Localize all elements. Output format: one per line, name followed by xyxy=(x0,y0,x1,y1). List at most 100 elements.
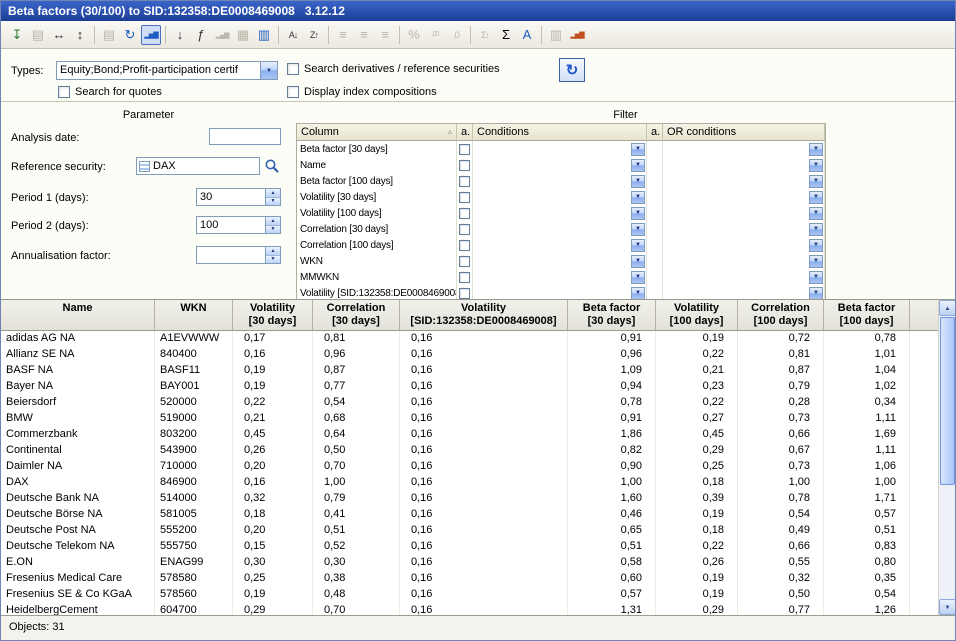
or-condition-dropdown-icon[interactable]: ▼ xyxy=(809,239,823,252)
filter-row[interactable]: Correlation [30 days]▼▼ xyxy=(297,221,825,237)
scrollbar-thumb[interactable] xyxy=(940,317,955,485)
chart-mode-icon[interactable]: ▂▅▇ xyxy=(141,25,161,45)
filter-row[interactable]: Volatility [30 days]▼▼ xyxy=(297,189,825,205)
filter-active-checkbox[interactable] xyxy=(459,208,470,219)
filter-row[interactable]: Beta factor [100 days]▼▼ xyxy=(297,173,825,189)
filter-active-checkbox[interactable] xyxy=(459,288,470,299)
filter-active-checkbox[interactable] xyxy=(459,224,470,235)
checkbox-search-derivatives[interactable]: Search derivatives / reference securitie… xyxy=(287,63,500,75)
column-header[interactable]: Volatility[100 days] xyxy=(656,300,738,330)
column-header[interactable]: Beta factor[30 days] xyxy=(568,300,656,330)
table-row[interactable]: Deutsche Telekom NA5557500,150,520,160,5… xyxy=(1,539,938,555)
filter-active-checkbox[interactable] xyxy=(459,144,470,155)
spin-up-icon[interactable]: ▲ xyxy=(266,189,280,198)
checkbox-icon[interactable] xyxy=(287,86,299,98)
spin-down-icon[interactable]: ▼ xyxy=(266,226,280,234)
scroll-down-icon[interactable]: ▼ xyxy=(939,599,955,615)
filter-row[interactable]: Beta factor [30 days]▼▼ xyxy=(297,141,825,157)
columns-icon[interactable]: ▥ xyxy=(254,25,274,45)
filter-row[interactable]: WKN▼▼ xyxy=(297,253,825,269)
filter-or-condition-cell[interactable]: ▼ xyxy=(663,205,825,221)
table-row[interactable]: BASF NABASF110,190,870,161,090,210,871,0… xyxy=(1,363,938,379)
spin-up-icon[interactable]: ▲ xyxy=(266,247,280,256)
checkbox-icon[interactable] xyxy=(58,86,70,98)
column-header[interactable]: Volatility[SID:132358:DE0008469008] xyxy=(400,300,568,330)
filter-row[interactable]: MMWKN▼▼ xyxy=(297,269,825,285)
table-row[interactable]: Allianz SE NA8404000,160,960,160,960,220… xyxy=(1,347,938,363)
condition-dropdown-icon[interactable]: ▼ xyxy=(631,191,645,204)
condition-dropdown-icon[interactable]: ▼ xyxy=(631,207,645,220)
filter-header-or-conditions[interactable]: OR conditions xyxy=(663,124,825,141)
filter-header-active-or[interactable]: a. xyxy=(647,124,663,141)
scroll-up-icon[interactable]: ▲ xyxy=(939,300,955,316)
table-row[interactable]: BMW5190000,210,680,160,910,270,731,11 xyxy=(1,411,938,427)
table-row[interactable]: Fresenius Medical Care5785800,250,380,16… xyxy=(1,571,938,587)
table-row[interactable]: adidas AG NAA1EVWWW0,170,810,160,910,190… xyxy=(1,331,938,347)
checkbox-icon[interactable] xyxy=(287,63,299,75)
filter-or-condition-cell[interactable]: ▼ xyxy=(663,269,825,285)
refresh-search-button[interactable]: ↻ xyxy=(559,58,585,82)
insert-icon[interactable]: ↓ xyxy=(170,25,190,45)
filter-condition-cell[interactable]: ▼ xyxy=(473,205,647,221)
fit-height-icon[interactable]: ↕ xyxy=(70,25,90,45)
filter-or-condition-cell[interactable]: ▼ xyxy=(663,253,825,269)
filter-condition-cell[interactable]: ▼ xyxy=(473,237,647,253)
or-condition-dropdown-icon[interactable]: ▼ xyxy=(809,159,823,172)
types-combobox[interactable]: Equity;Bond;Profit-participation certif … xyxy=(56,61,278,80)
condition-dropdown-icon[interactable]: ▼ xyxy=(631,175,645,188)
table-row[interactable]: Daimler NA7100000,200,700,160,900,250,73… xyxy=(1,459,938,475)
period1-input[interactable] xyxy=(197,189,265,205)
condition-dropdown-icon[interactable]: ▼ xyxy=(631,271,645,284)
column-header[interactable]: Name xyxy=(1,300,155,330)
filter-or-condition-cell[interactable]: ▼ xyxy=(663,141,825,157)
bar-chart-icon[interactable]: ▂▅▇ xyxy=(567,25,587,45)
table-row[interactable]: Deutsche Börse NA5810050,180,410,160,460… xyxy=(1,507,938,523)
filter-row[interactable]: Volatility [100 days]▼▼ xyxy=(297,205,825,221)
table-row[interactable]: Deutsche Bank NA5140000,320,790,161,600,… xyxy=(1,491,938,507)
function-icon[interactable]: ƒ xyxy=(191,25,211,45)
export-icon[interactable]: ↧ xyxy=(7,25,27,45)
reference-security-field[interactable] xyxy=(136,157,260,175)
filter-condition-cell[interactable]: ▼ xyxy=(473,253,647,269)
filter-row[interactable]: Correlation [100 days]▼▼ xyxy=(297,237,825,253)
condition-dropdown-icon[interactable]: ▼ xyxy=(631,223,645,236)
filter-header-conditions[interactable]: Conditions xyxy=(473,124,647,141)
filter-active-checkbox[interactable] xyxy=(459,240,470,251)
font-icon[interactable]: A xyxy=(517,25,537,45)
filter-row[interactable]: Name▼▼ xyxy=(297,157,825,173)
checkbox-search-quotes[interactable]: Search for quotes xyxy=(58,86,162,98)
column-header[interactable]: Correlation[100 days] xyxy=(738,300,824,330)
filter-active-checkbox[interactable] xyxy=(459,176,470,187)
table-row[interactable]: E.ONENAG990,300,300,160,580,260,550,80 xyxy=(1,555,938,571)
filter-condition-cell[interactable]: ▼ xyxy=(473,157,647,173)
table-row[interactable]: Fresenius SE & Co KGaA5785600,190,480,16… xyxy=(1,587,938,603)
or-condition-dropdown-icon[interactable]: ▼ xyxy=(809,287,823,300)
filter-active-checkbox[interactable] xyxy=(459,160,470,171)
sort-ascending-icon[interactable]: A↓ xyxy=(283,25,303,45)
or-condition-dropdown-icon[interactable]: ▼ xyxy=(809,191,823,204)
table-row[interactable]: Continental5439000,260,500,160,820,290,6… xyxy=(1,443,938,459)
or-condition-dropdown-icon[interactable]: ▼ xyxy=(809,207,823,220)
filter-or-condition-cell[interactable]: ▼ xyxy=(663,237,825,253)
annualisation-factor-stepper[interactable]: ▲▼ xyxy=(196,246,281,264)
chevron-down-icon[interactable]: ▼ xyxy=(260,62,277,79)
fit-width-icon[interactable]: ↔ xyxy=(49,25,69,45)
filter-condition-cell[interactable]: ▼ xyxy=(473,221,647,237)
vertical-scrollbar[interactable]: ▲ ▼ xyxy=(938,300,955,615)
period2-stepper[interactable]: ▲▼ xyxy=(196,216,281,234)
search-icon[interactable] xyxy=(264,158,280,174)
spin-down-icon[interactable]: ▼ xyxy=(266,198,280,206)
filter-or-condition-cell[interactable]: ▼ xyxy=(663,157,825,173)
table-row[interactable]: Deutsche Post NA5552000,200,510,160,650,… xyxy=(1,523,938,539)
sort-descending-icon[interactable]: Z↑ xyxy=(304,25,324,45)
filter-condition-cell[interactable]: ▼ xyxy=(473,141,647,157)
filter-or-condition-cell[interactable]: ▼ xyxy=(663,189,825,205)
column-header[interactable]: Volatility[30 days] xyxy=(233,300,313,330)
sigma-icon[interactable]: Σ xyxy=(496,25,516,45)
filter-active-checkbox[interactable] xyxy=(459,272,470,283)
filter-header-column[interactable]: Column▵ xyxy=(297,124,457,141)
filter-or-condition-cell[interactable]: ▼ xyxy=(663,173,825,189)
spin-down-icon[interactable]: ▼ xyxy=(266,256,280,264)
or-condition-dropdown-icon[interactable]: ▼ xyxy=(809,175,823,188)
filter-active-checkbox[interactable] xyxy=(459,192,470,203)
